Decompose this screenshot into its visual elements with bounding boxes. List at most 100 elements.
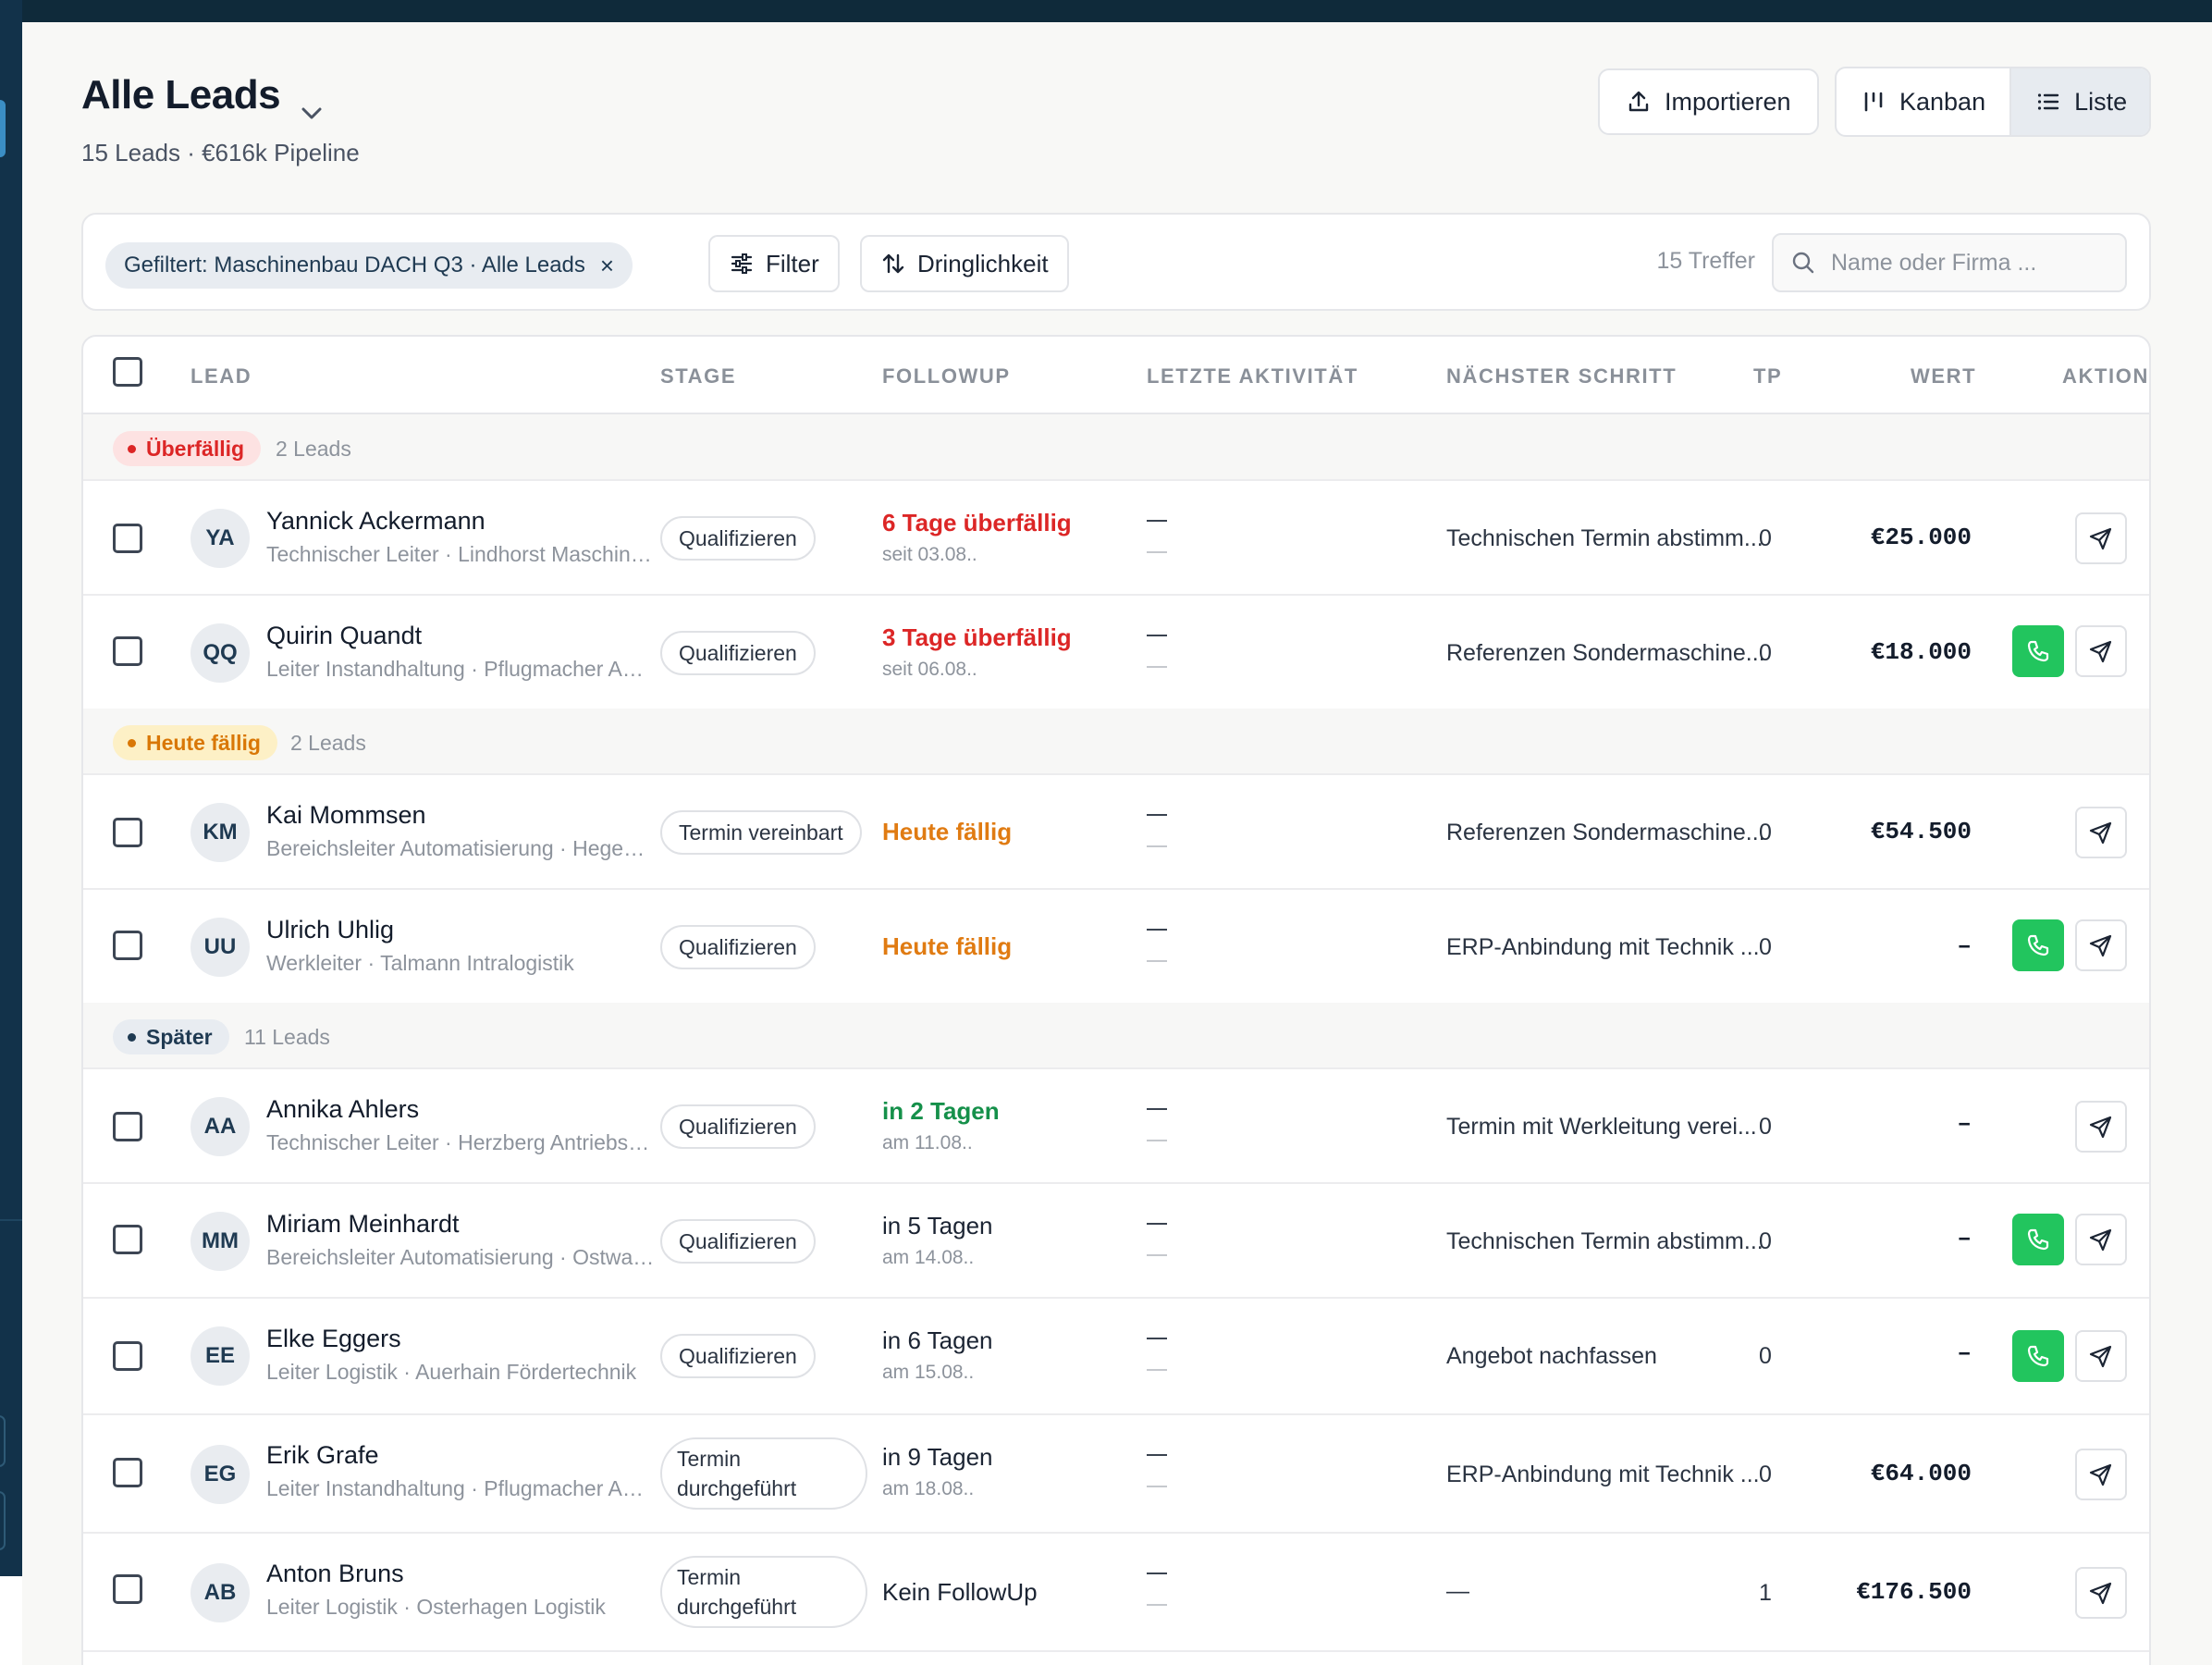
lead-name[interactable]: Miriam Meinhardt bbox=[266, 1210, 460, 1239]
phone-icon bbox=[2025, 932, 2051, 958]
lead-name[interactable]: Quirin Quandt bbox=[266, 622, 422, 650]
value-amount: €64.000 bbox=[1871, 1460, 1972, 1487]
filter-button[interactable]: Filter bbox=[708, 235, 840, 292]
row-checkbox[interactable] bbox=[113, 1112, 142, 1141]
next-step: Referenzen Sondermaschine... bbox=[1446, 820, 1765, 846]
sliders-icon bbox=[729, 251, 755, 277]
list-icon bbox=[2035, 89, 2061, 115]
last-activity-empty bbox=[1147, 1223, 1167, 1225]
value-amount: €176.500 bbox=[1856, 1578, 1972, 1606]
sidebar-footer bbox=[0, 1576, 22, 1665]
lead-subtitle: Bereichsleiter Automatisierung · Hegeman… bbox=[266, 836, 655, 861]
filter-button-label: Filter bbox=[766, 250, 819, 278]
row-checkbox[interactable] bbox=[113, 524, 142, 553]
followup-date: am 18.08.. bbox=[882, 1478, 974, 1500]
send-icon bbox=[2088, 638, 2114, 664]
send-button[interactable] bbox=[2075, 512, 2127, 564]
search-input[interactable] bbox=[1831, 250, 2108, 277]
lead-subtitle: Bereichsleiter Automatisierung · Ostwald… bbox=[266, 1245, 655, 1270]
send-icon bbox=[2088, 1580, 2114, 1606]
value-amount: – bbox=[1957, 932, 1972, 960]
call-button[interactable] bbox=[2012, 919, 2064, 971]
active-filter-chip[interactable]: Gefiltert: Maschinenbau DACH Q3 · Alle L… bbox=[105, 242, 633, 289]
filter-bar: Gefiltert: Maschinenbau DACH Q3 · Alle L… bbox=[81, 213, 2151, 311]
lead-name[interactable]: Annika Ahlers bbox=[266, 1095, 419, 1124]
table-row[interactable]: MM Miriam Meinhardt Bereichsleiter Autom… bbox=[83, 1184, 2149, 1299]
table-row[interactable]: YA Yannick Ackermann Technischer Leiter … bbox=[83, 481, 2149, 596]
table-row[interactable]: EG Erik Grafe Leiter Instandhaltung · Pf… bbox=[83, 1415, 2149, 1534]
column-header-stage[interactable]: STAGE bbox=[660, 364, 736, 388]
import-button[interactable]: Importieren bbox=[1598, 68, 1819, 135]
call-button[interactable] bbox=[2012, 625, 2064, 677]
view-list-button[interactable]: Liste bbox=[2009, 68, 2151, 135]
page-subtitle: 15 Leads · €616k Pipeline bbox=[81, 139, 360, 167]
lead-name[interactable]: Erik Grafe bbox=[266, 1441, 379, 1470]
lead-name[interactable]: Elke Eggers bbox=[266, 1325, 401, 1353]
search-box[interactable] bbox=[1772, 233, 2127, 292]
view-kanban-button[interactable]: Kanban bbox=[1837, 68, 2009, 135]
send-button[interactable] bbox=[2075, 1101, 2127, 1153]
stage-badge: Qualifizieren bbox=[660, 1334, 816, 1378]
send-button[interactable] bbox=[2075, 919, 2127, 971]
followup-status: in 9 Tagen bbox=[882, 1443, 993, 1472]
followup-date: seit 06.08.. bbox=[882, 659, 977, 681]
column-header-last-activity[interactable]: LETZTE AKTIVITÄT bbox=[1147, 364, 1358, 388]
table-row[interactable]: AB Anton Bruns Leiter Logistik · Osterha… bbox=[83, 1534, 2149, 1652]
table-row[interactable]: AA Annika Ahlers Technischer Leiter · He… bbox=[83, 1069, 2149, 1184]
table-row[interactable]: UU Ulrich Uhlig Werkleiter · Talmann Int… bbox=[83, 890, 2149, 1003]
column-header-tp[interactable]: TP bbox=[1753, 364, 1782, 388]
send-button[interactable] bbox=[2075, 1449, 2127, 1500]
last-activity-empty bbox=[1147, 551, 1167, 553]
value-amount: €18.000 bbox=[1871, 638, 1972, 666]
row-checkbox[interactable] bbox=[113, 636, 142, 666]
window-top-bar bbox=[0, 0, 2212, 22]
group-header-today: Heute fällig 2 Leads bbox=[83, 709, 2149, 775]
sidebar-button-edge[interactable] bbox=[0, 1491, 6, 1550]
call-button[interactable] bbox=[2012, 1330, 2064, 1382]
lead-name[interactable]: Ulrich Uhlig bbox=[266, 916, 394, 944]
send-button[interactable] bbox=[2075, 807, 2127, 858]
sidebar-active-indicator bbox=[0, 100, 6, 157]
next-step: Technischen Termin abstimm... bbox=[1446, 525, 1763, 552]
group-header-overdue: Überfällig 2 Leads bbox=[83, 414, 2149, 481]
sort-button[interactable]: Dringlichkeit bbox=[860, 235, 1069, 292]
lead-subtitle: Leiter Logistik · Auerhain Fördertechnik bbox=[266, 1360, 655, 1385]
select-all-checkbox[interactable] bbox=[113, 357, 142, 387]
lead-name[interactable]: Yannick Ackermann bbox=[266, 507, 485, 536]
next-step: Technischen Termin abstimm... bbox=[1446, 1228, 1763, 1255]
followup-status: 3 Tage überfällig bbox=[882, 623, 1072, 652]
send-button[interactable] bbox=[2075, 1214, 2127, 1265]
row-checkbox[interactable] bbox=[113, 1574, 142, 1604]
next-step: Referenzen Sondermaschine... bbox=[1446, 640, 1765, 667]
table-row[interactable]: QQ Quirin Quandt Leiter Instandhaltung ·… bbox=[83, 596, 2149, 709]
lead-name[interactable]: Anton Bruns bbox=[266, 1560, 404, 1588]
column-header-followup[interactable]: FOLLOWUP bbox=[882, 364, 1011, 388]
row-checkbox[interactable] bbox=[113, 818, 142, 847]
stage-badge: Termin durchgeführt bbox=[660, 1556, 867, 1628]
column-header-wert[interactable]: WERT bbox=[1911, 364, 1976, 388]
value-amount: €25.000 bbox=[1871, 524, 1972, 551]
sidebar-button-edge[interactable] bbox=[0, 1415, 6, 1467]
row-checkbox[interactable] bbox=[113, 931, 142, 960]
send-button[interactable] bbox=[2075, 625, 2127, 677]
row-checkbox[interactable] bbox=[113, 1458, 142, 1487]
column-header-next-step[interactable]: NÄCHSTER SCHRITT bbox=[1446, 364, 1677, 388]
row-checkbox[interactable] bbox=[113, 1341, 142, 1371]
row-checkbox[interactable] bbox=[113, 1225, 142, 1254]
tp-value: 0 bbox=[1759, 525, 1772, 552]
table-row[interactable]: KM Kai Mommsen Bereichsleiter Automatisi… bbox=[83, 775, 2149, 890]
table-row[interactable]: EE Elke Eggers Leiter Logistik · Auerhai… bbox=[83, 1299, 2149, 1415]
last-activity-empty bbox=[1147, 960, 1167, 962]
lead-name[interactable]: Kai Mommsen bbox=[266, 801, 426, 830]
result-count: 15 Treffer bbox=[1656, 248, 1755, 275]
column-header-lead[interactable]: LEAD bbox=[190, 364, 252, 388]
call-button[interactable] bbox=[2012, 1214, 2064, 1265]
close-icon[interactable]: × bbox=[600, 252, 614, 280]
chevron-down-icon[interactable] bbox=[298, 102, 326, 124]
sidebar-edge bbox=[0, 0, 22, 1665]
view-toggle: Kanban Liste bbox=[1835, 67, 2151, 137]
tp-value: 0 bbox=[1759, 820, 1772, 846]
send-button[interactable] bbox=[2075, 1567, 2127, 1619]
followup-status: Heute fällig bbox=[882, 932, 1012, 961]
send-button[interactable] bbox=[2075, 1330, 2127, 1382]
